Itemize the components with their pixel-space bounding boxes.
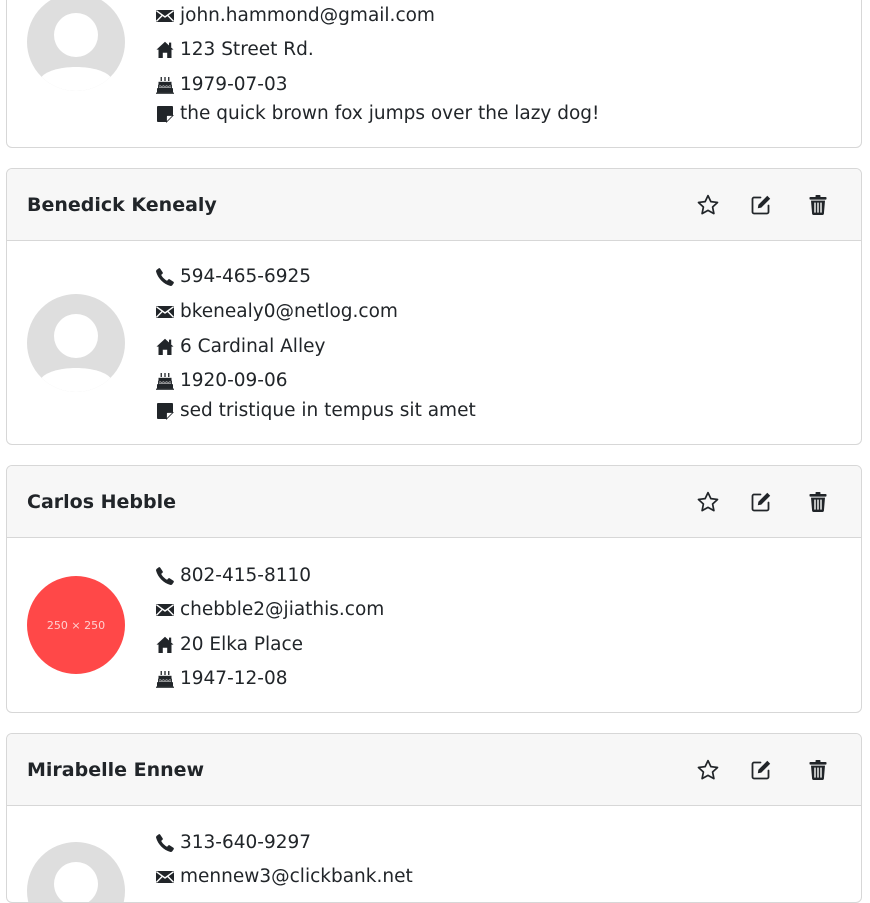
birthday-row: 1979-07-03: [155, 73, 288, 97]
phone-icon: [155, 833, 175, 853]
birthday-value: 1920-09-06: [180, 370, 288, 391]
email-row: john.hammond@gmail.com: [155, 4, 435, 28]
birthday-row: 1920-09-06: [155, 369, 288, 393]
house-icon: [155, 635, 175, 655]
delete-button[interactable]: [806, 490, 830, 514]
phone-icon: [155, 566, 175, 586]
avatar: [27, 294, 125, 392]
edit-button[interactable]: [749, 193, 773, 217]
pencil-square-icon: [749, 758, 773, 782]
contact-name: Mirabelle Ennew: [27, 759, 205, 781]
email-value: chebble2@jiathis.com: [180, 599, 385, 620]
pencil-square-icon: [749, 490, 773, 514]
trash-icon: [806, 193, 830, 217]
birthday-value: 1979-07-03: [180, 74, 288, 95]
house-icon: [155, 337, 175, 357]
email-row: bkenealy0@netlog.com: [155, 300, 398, 324]
envelope-icon: [155, 600, 175, 620]
favorite-button[interactable]: [696, 490, 720, 514]
cake-icon: [155, 371, 175, 391]
contact-name: Carlos Hebble: [27, 491, 177, 513]
star-icon: [696, 193, 720, 217]
cake-icon: [155, 75, 175, 95]
pencil-square-icon: [749, 193, 773, 217]
trash-icon: [806, 490, 830, 514]
card-header: Carlos Hebble: [7, 466, 861, 538]
phone-value: 313-640-9297: [180, 832, 312, 853]
note-value: the quick brown fox jumps over the lazy …: [180, 103, 600, 124]
address-value: 20 Elka Place: [180, 634, 304, 655]
email-value: bkenealy0@netlog.com: [180, 301, 398, 322]
envelope-icon: [155, 867, 175, 887]
email-value: mennew3@clickbank.net: [180, 866, 413, 887]
address-row: 123 Street Rd.: [155, 38, 314, 62]
contact-card: Benedick Kenealy 594-465-6925 bkenealy0@…: [6, 168, 862, 445]
note-row: sed tristique in tempus sit amet: [155, 399, 476, 423]
envelope-icon: [155, 302, 175, 322]
sticky-note-icon: [155, 401, 175, 421]
birthday-row: 1947-12-08: [155, 667, 288, 691]
contact-card: john.hammond@gmail.com 123 Street Rd. 19…: [6, 0, 862, 148]
placeholder-size-label: 250 × 250: [46, 618, 106, 632]
avatar: [27, 842, 125, 903]
edit-button[interactable]: [749, 490, 773, 514]
house-icon: [155, 40, 175, 60]
phone-icon: [155, 267, 175, 287]
contact-name: Benedick Kenealy: [27, 194, 217, 216]
note-value: sed tristique in tempus sit amet: [180, 400, 476, 421]
address-row: 6 Cardinal Alley: [155, 335, 325, 359]
email-row: mennew3@clickbank.net: [155, 865, 413, 889]
card-header: Benedick Kenealy: [7, 169, 861, 241]
phone-value: 594-465-6925: [180, 266, 312, 287]
trash-icon: [806, 758, 830, 782]
cake-icon: [155, 669, 175, 689]
email-value: john.hammond@gmail.com: [180, 5, 435, 26]
avatar: [27, 0, 125, 91]
email-row: chebble2@jiathis.com: [155, 598, 384, 622]
address-row: 20 Elka Place: [155, 633, 303, 657]
phone-row: 313-640-9297: [155, 831, 311, 855]
phone-row: 802-415-8110: [155, 564, 311, 588]
star-icon: [696, 490, 720, 514]
card-header: Mirabelle Ennew: [7, 734, 861, 806]
contact-card: Carlos Hebble 250 × 250 802-415-8110 che…: [6, 465, 862, 713]
avatar-placeholder-image: 250 × 250: [27, 576, 125, 674]
sticky-note-icon: [155, 104, 175, 124]
note-row: the quick brown fox jumps over the lazy …: [155, 102, 599, 126]
birthday-value: 1947-12-08: [180, 668, 288, 689]
delete-button[interactable]: [806, 758, 830, 782]
envelope-icon: [155, 6, 175, 26]
address-value: 123 Street Rd.: [180, 39, 314, 60]
contact-card: Mirabelle Ennew 313-640-9297 mennew3@cli…: [6, 733, 862, 903]
star-icon: [696, 758, 720, 782]
address-value: 6 Cardinal Alley: [180, 336, 326, 357]
delete-button[interactable]: [806, 193, 830, 217]
edit-button[interactable]: [749, 758, 773, 782]
favorite-button[interactable]: [696, 758, 720, 782]
phone-value: 802-415-8110: [180, 565, 312, 586]
phone-row: 594-465-6925: [155, 265, 311, 289]
favorite-button[interactable]: [696, 193, 720, 217]
